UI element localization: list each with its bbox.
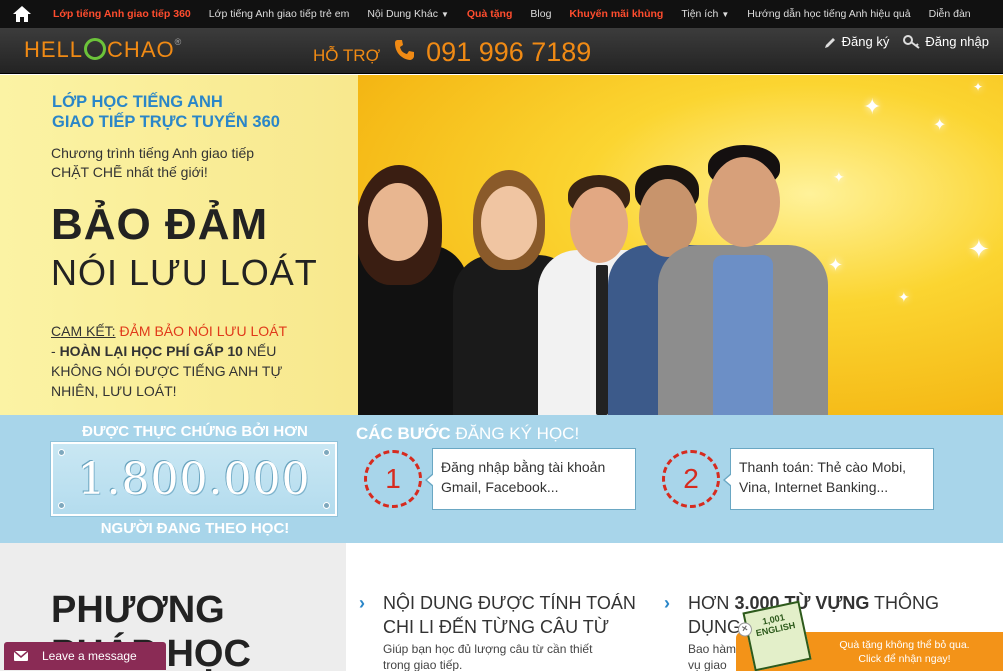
step-number-badge: 2 bbox=[662, 450, 720, 508]
sparkle-icon: ✦ bbox=[898, 290, 910, 306]
register-label: Đăng ký bbox=[841, 34, 890, 49]
register-link[interactable]: Đăng ký bbox=[824, 34, 890, 49]
bolt-icon bbox=[58, 502, 65, 509]
bolt-icon bbox=[323, 449, 330, 456]
nav-item-utilities[interactable]: Tiện ích ▼ bbox=[672, 8, 738, 20]
nav-item-blog[interactable]: Blog bbox=[521, 8, 560, 20]
chevron-down-icon: ▼ bbox=[440, 10, 449, 19]
login-label: Đăng nhập bbox=[925, 34, 989, 49]
feature-vocabulary-post: THÔNG bbox=[869, 593, 940, 613]
step-1: 1 Đăng nhập bằng tài khoản Gmail, Facebo… bbox=[364, 448, 636, 510]
step-1-box[interactable]: Đăng nhập bằng tài khoản Gmail, Facebook… bbox=[425, 448, 636, 510]
home-icon[interactable] bbox=[0, 0, 44, 28]
step-2-line2: Vina, Internet Banking... bbox=[739, 479, 889, 495]
chevron-right-icon: › bbox=[664, 593, 670, 613]
step-2: 2 Thanh toán: Thẻ cào Mobi, Vina, Intern… bbox=[662, 448, 934, 510]
login-link[interactable]: Đăng nhập bbox=[903, 34, 989, 49]
hero-subtitle-line1: LỚP HỌC TIẾNG ANH bbox=[52, 93, 223, 111]
learner-counter: 1.800.000 bbox=[51, 442, 337, 516]
pencil-icon bbox=[824, 37, 835, 48]
nav-item-other-content[interactable]: Nội Dung Khác ▼ bbox=[358, 8, 458, 20]
hero-subtitle-line2: GIAO TIẾP TRỰC TUYẾN 360 bbox=[52, 113, 280, 131]
auth-links: Đăng ký Đăng nhập bbox=[824, 34, 989, 49]
steps-title: CÁC BƯỚC ĐĂNG KÝ HỌC! bbox=[356, 424, 579, 444]
nav-item-kids-english[interactable]: Lớp tiếng Anh giao tiếp trẻ em bbox=[200, 8, 359, 20]
hero-banner: ✦ ✦ ✦ ✦ ✦ ✦ ✦ LỚP HỌC TIẾNG ANH GIAO TIẾ… bbox=[0, 75, 1003, 415]
hero-description: Chương trình tiếng Anh giao tiếp CHẶT CH… bbox=[51, 144, 254, 182]
hero-headline-sub: NÓI LƯU LOÁT bbox=[51, 252, 318, 293]
hero-photo-people: ✦ ✦ ✦ ✦ ✦ ✦ ✦ bbox=[358, 75, 1003, 415]
learners-label: NGƯỜI ĐANG THEO HỌC! bbox=[100, 520, 290, 537]
feature-content: › NỘI DUNG ĐƯỢC TÍNH TOÁN CHI LI ĐẾN TỪN… bbox=[359, 591, 649, 671]
nav-item-other-content-label: Nội Dung Khác bbox=[367, 8, 438, 20]
gift-line1: Quà tặng không thể bỏ qua. bbox=[839, 639, 970, 651]
sparkle-icon: ✦ bbox=[863, 95, 882, 120]
logo-o-icon bbox=[84, 38, 107, 60]
nav-item-promotions[interactable]: Khuyến mãi khủng bbox=[560, 8, 672, 20]
feature-content-desc-line2: trong giao tiếp. bbox=[383, 658, 463, 671]
step-1-line1: Đăng nhập bằng tài khoản bbox=[441, 459, 606, 475]
hero-subtitle: LỚP HỌC TIẾNG ANH GIAO TIẾP TRỰC TUYẾN 3… bbox=[52, 92, 280, 132]
logo-text-left: HELL bbox=[24, 37, 84, 62]
step-2-box[interactable]: Thanh toán: Thẻ cào Mobi, Vina, Internet… bbox=[723, 448, 934, 510]
logo-text-right: CHAO bbox=[107, 37, 175, 62]
sparkle-icon: ✦ bbox=[828, 255, 844, 276]
nav-item-study-guide[interactable]: Hướng dẫn học tiếng Anh hiệu quả bbox=[738, 8, 919, 20]
steps-title-rest: ĐĂNG KÝ HỌC! bbox=[450, 424, 580, 443]
support-phone-number[interactable]: 091 996 7189 bbox=[426, 37, 591, 68]
stats-band: ĐƯỢC THỰC CHỨNG BỞI HƠN 1.800.000 NGƯỜI … bbox=[0, 415, 1003, 543]
proven-by-label: ĐƯỢC THỰC CHỨNG BỞI HƠN bbox=[82, 423, 308, 440]
leave-message-button[interactable]: Leave a message bbox=[4, 642, 166, 670]
gift-line2: Click để nhận ngay! bbox=[858, 653, 951, 665]
nav-item-forum[interactable]: Diễn đàn bbox=[920, 8, 980, 20]
commitment-refund: HOÀN LẠI HỌC PHÍ GẤP 10 bbox=[59, 343, 243, 359]
support-hotline: HỖ TRỢ 091 996 7189 bbox=[313, 37, 591, 68]
hellochao-logo[interactable]: HELL CHAO® bbox=[24, 37, 182, 63]
sparkle-icon: ✦ bbox=[973, 80, 984, 94]
bolt-icon bbox=[58, 449, 65, 456]
gift-book-title: 1,001 ENGLISH bbox=[754, 612, 797, 639]
feature-content-desc-line1: Giúp bạn học đủ lượng câu từ cần thiết bbox=[383, 642, 593, 656]
gift-book-image[interactable]: × 1,001 ENGLISH bbox=[736, 600, 812, 671]
method-heading-line1: PHƯƠNG bbox=[51, 589, 225, 631]
commitment-dash: - bbox=[51, 343, 60, 359]
support-label: HỖ TRỢ bbox=[313, 45, 381, 65]
chevron-right-icon: › bbox=[359, 593, 365, 613]
logo-registered-mark: ® bbox=[174, 37, 183, 47]
feature-content-desc: Giúp bạn học đủ lượng câu từ cần thiết t… bbox=[383, 641, 649, 671]
step-1-line2: Gmail, Facebook... bbox=[441, 479, 559, 495]
top-navigation: Lớp tiếng Anh giao tiếp 360 Lớp tiếng An… bbox=[0, 0, 1003, 28]
person-man-3 bbox=[658, 145, 828, 415]
learner-count: 1.800.000 bbox=[77, 453, 311, 505]
feature-content-title-line2: CHI LI ĐẾN TỪNG CÂU TỪ bbox=[383, 617, 610, 637]
phone-icon bbox=[394, 39, 415, 67]
site-header: HELL CHAO® HỖ TRỢ 091 996 7189 Đăng ký Đă… bbox=[0, 28, 1003, 89]
key-icon bbox=[903, 34, 920, 49]
chevron-down-icon: ▼ bbox=[721, 10, 730, 19]
feature-content-title-line1: NỘI DUNG ĐƯỢC TÍNH TOÁN bbox=[383, 593, 636, 613]
nav-item-english-360[interactable]: Lớp tiếng Anh giao tiếp 360 bbox=[44, 8, 200, 20]
sparkle-icon: ✦ bbox=[933, 115, 947, 134]
step-2-line1: Thanh toán: Thẻ cào Mobi, bbox=[739, 459, 907, 475]
hero-headline: BẢO ĐẢM bbox=[51, 200, 269, 249]
hero-commitment: CAM KẾT: ĐẢM BẢO NÓI LƯU LOÁT - HOÀN LẠI… bbox=[51, 321, 301, 401]
nav-item-utilities-label: Tiện ích bbox=[681, 8, 719, 20]
feature-content-title: NỘI DUNG ĐƯỢC TÍNH TOÁN CHI LI ĐẾN TỪNG … bbox=[383, 591, 649, 639]
bolt-icon bbox=[323, 502, 330, 509]
envelope-icon bbox=[10, 642, 32, 670]
commitment-label: CAM KẾT: bbox=[51, 323, 116, 339]
hero-description-line1: Chương trình tiếng Anh giao tiếp bbox=[51, 145, 255, 161]
step-number-badge: 1 bbox=[364, 450, 422, 508]
commitment-highlight: ĐẢM BẢO NÓI LƯU LOÁT bbox=[119, 323, 288, 339]
leave-message-label: Leave a message bbox=[42, 649, 137, 663]
sparkle-icon: ✦ bbox=[968, 235, 990, 265]
nav-item-gifts[interactable]: Quà tặng bbox=[458, 8, 522, 20]
steps-title-bold: CÁC BƯỚC bbox=[356, 424, 451, 443]
sparkle-icon: ✦ bbox=[833, 170, 845, 186]
hero-description-line2: CHẶT CHẼ nhất thế giới! bbox=[51, 164, 208, 180]
feature-vocabulary-pre: HƠN bbox=[688, 593, 735, 613]
